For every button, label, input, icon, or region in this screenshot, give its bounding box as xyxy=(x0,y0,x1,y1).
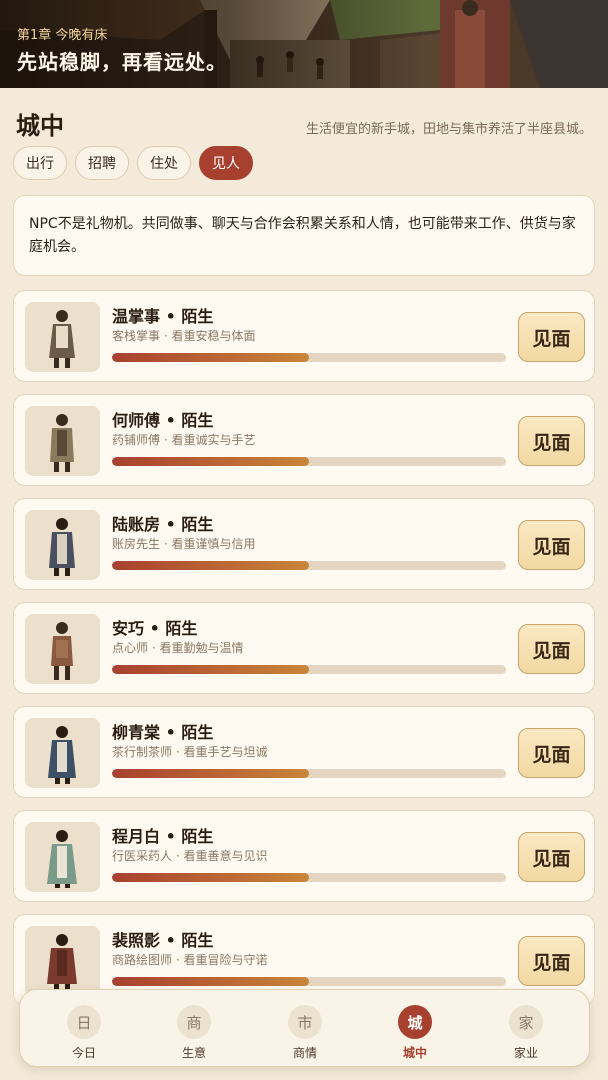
meet-button[interactable]: 见面 xyxy=(518,416,585,466)
npc-card: 柳青棠 • 陌生 茶行制茶师 · 看重手艺与坦诚 见面 xyxy=(13,706,595,798)
npc-description: 账房先生 · 看重谨慎与信用 xyxy=(112,537,256,551)
bottom-nav: 日 今日 商 生意 市 商情 城 城中 家 家业 xyxy=(19,989,590,1067)
npc-name: 柳青棠 • 陌生 xyxy=(112,723,214,742)
tab-meet-people[interactable]: 见人 xyxy=(199,146,253,180)
npc-portrait xyxy=(25,614,100,684)
nav-item-today[interactable]: 日 今日 xyxy=(39,990,129,1066)
npc-name: 陆账房 • 陌生 xyxy=(112,515,214,534)
npc-name: 温掌事 • 陌生 xyxy=(112,307,214,326)
relation-bar xyxy=(112,665,506,674)
npc-description: 客栈掌事 · 看重安稳与体面 xyxy=(112,329,256,343)
relation-bar xyxy=(112,873,506,882)
npc-portrait xyxy=(25,822,100,892)
npc-description: 茶行制茶师 · 看重手艺与坦诚 xyxy=(112,745,268,759)
npc-card: 程月白 • 陌生 行医采药人 · 看重善意与见识 见面 xyxy=(13,810,595,902)
meet-button[interactable]: 见面 xyxy=(518,728,585,778)
npc-name: 安巧 • 陌生 xyxy=(112,619,198,638)
npc-name: 裴照影 • 陌生 xyxy=(112,931,214,950)
meet-button[interactable]: 见面 xyxy=(518,832,585,882)
meet-button[interactable]: 见面 xyxy=(518,312,585,362)
nav-label: 今日 xyxy=(71,1046,96,1060)
npc-card: 温掌事 • 陌生 客栈掌事 · 看重安稳与体面 见面 xyxy=(13,290,595,382)
meet-button[interactable]: 见面 xyxy=(518,624,585,674)
chapter-label: 第1章 今晚有床 xyxy=(17,28,108,43)
meet-button[interactable]: 见面 xyxy=(518,936,585,986)
npc-portrait xyxy=(25,406,100,476)
page-title: 城中 xyxy=(16,111,64,140)
relation-bar-fill xyxy=(112,873,309,882)
tab-recruit[interactable]: 招聘 xyxy=(75,146,129,180)
info-notice: NPC不是礼物机。共同做事、聊天与合作会积累关系和人情，也可能带来工作、供货与家… xyxy=(13,195,595,276)
relation-bar-fill xyxy=(112,769,309,778)
tab-travel[interactable]: 出行 xyxy=(13,146,67,180)
banner-headline: 先站稳脚，再看远处。 xyxy=(17,50,227,74)
npc-description: 行医采药人 · 看重善意与见识 xyxy=(112,849,268,863)
npc-name: 何师傅 • 陌生 xyxy=(112,411,214,430)
trade-icon: 商 xyxy=(177,1005,211,1039)
npc-description: 商路绘图师 · 看重冒险与守诺 xyxy=(112,953,268,967)
tab-bar: 出行 招聘 住处 见人 xyxy=(13,146,253,180)
npc-description: 药铺师傅 · 看重诚实与手艺 xyxy=(112,433,256,447)
relation-bar xyxy=(112,977,506,986)
relation-bar xyxy=(112,561,506,570)
npc-portrait xyxy=(25,718,100,788)
npc-description: 点心师 · 看重勤勉与温情 xyxy=(112,641,244,655)
npc-portrait xyxy=(25,926,100,996)
relation-bar-fill xyxy=(112,665,309,674)
nav-item-business[interactable]: 商 生意 xyxy=(149,990,239,1066)
nav-label: 家业 xyxy=(513,1046,538,1060)
day-icon: 日 xyxy=(67,1005,101,1039)
npc-card: 安巧 • 陌生 点心师 · 看重勤勉与温情 见面 xyxy=(13,602,595,694)
npc-portrait xyxy=(25,302,100,372)
relation-bar-fill xyxy=(112,353,309,362)
npc-card: 陆账房 • 陌生 账房先生 · 看重谨慎与信用 见面 xyxy=(13,498,595,590)
relation-bar-fill xyxy=(112,561,309,570)
meet-button[interactable]: 见面 xyxy=(518,520,585,570)
npc-card: 何师傅 • 陌生 药铺师傅 · 看重诚实与手艺 见面 xyxy=(13,394,595,486)
relation-bar-fill xyxy=(112,977,309,986)
npc-name: 程月白 • 陌生 xyxy=(112,827,214,846)
npc-portrait xyxy=(25,510,100,580)
nav-item-market[interactable]: 市 商情 xyxy=(260,990,350,1066)
nav-item-estate[interactable]: 家 家业 xyxy=(481,990,571,1066)
page-subtitle: 生活便宜的新手城，田地与集市养活了半座县城。 xyxy=(305,122,592,137)
city-icon: 城 xyxy=(398,1005,432,1039)
nav-item-city[interactable]: 城 城中 xyxy=(370,990,460,1066)
tab-housing[interactable]: 住处 xyxy=(137,146,191,180)
relation-bar xyxy=(112,353,506,362)
market-icon: 市 xyxy=(288,1005,322,1039)
nav-label: 商情 xyxy=(292,1046,317,1060)
nav-label: 城中 xyxy=(402,1046,427,1060)
relation-bar xyxy=(112,769,506,778)
relation-bar xyxy=(112,457,506,466)
relation-bar-fill xyxy=(112,457,309,466)
chapter-banner: 第1章 今晚有床 先站稳脚，再看远处。 xyxy=(0,0,608,88)
home-icon: 家 xyxy=(509,1005,543,1039)
nav-label: 生意 xyxy=(181,1046,206,1060)
